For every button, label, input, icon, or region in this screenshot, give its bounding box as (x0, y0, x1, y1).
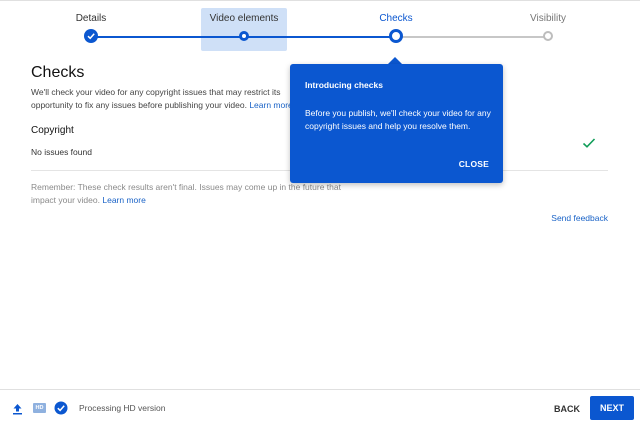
back-button[interactable]: BACK (548, 399, 586, 419)
description-line: We'll check your video for any copyright… (31, 87, 281, 97)
check-circle-icon (84, 29, 98, 43)
copyright-label: Copyright (31, 125, 74, 136)
step-active-ring-icon (389, 29, 403, 43)
tooltip-title: Introducing checks (305, 80, 383, 90)
footer-bar: HD Processing HD version BACK NEXT (0, 389, 640, 427)
processing-status: Processing HD version (79, 403, 166, 413)
next-button[interactable]: NEXT (590, 396, 634, 420)
upload-icon (12, 402, 23, 420)
step-pending-icon (543, 31, 553, 41)
page-title: Checks (31, 64, 85, 81)
introducing-checks-tooltip: Introducing checks Before you publish, w… (290, 64, 503, 183)
checks-description: We'll check your video for any copyright… (31, 86, 296, 112)
learn-more-link[interactable]: Learn more (249, 100, 292, 110)
reminder-learn-more-link[interactable]: Learn more (102, 195, 145, 205)
step-label: Details (75, 13, 107, 24)
step-video-elements[interactable]: Video elements (184, 12, 304, 41)
step-checks[interactable]: Checks (336, 12, 456, 43)
tooltip-close-button[interactable]: CLOSE (459, 159, 489, 169)
tooltip-body: Before you publish, we'll check your vid… (305, 108, 491, 131)
step-visibility[interactable]: Visibility (488, 12, 608, 41)
send-feedback-link[interactable]: Send feedback (551, 213, 608, 223)
upload-stepper: Details Video elements Checks Visibility (0, 0, 640, 60)
copyright-status: No issues found (31, 147, 92, 157)
checkmark-icon (582, 136, 596, 154)
check-circle-icon (54, 401, 68, 420)
step-label: Checks (379, 13, 413, 24)
description-line-2: opportunity to fix any issues before pub… (31, 99, 296, 112)
stepper-remaining-line (396, 36, 548, 38)
reminder-note: Remember: These check results aren't fin… (31, 181, 361, 207)
description-text: opportunity to fix any issues before pub… (31, 100, 247, 110)
step-ring-icon (239, 31, 249, 41)
hd-icon: HD (33, 403, 46, 413)
step-label: Visibility (530, 13, 566, 24)
step-details[interactable]: Details (31, 12, 151, 43)
reminder-text: Remember: These check results aren't fin… (31, 182, 341, 205)
step-label: Video elements (209, 13, 279, 24)
